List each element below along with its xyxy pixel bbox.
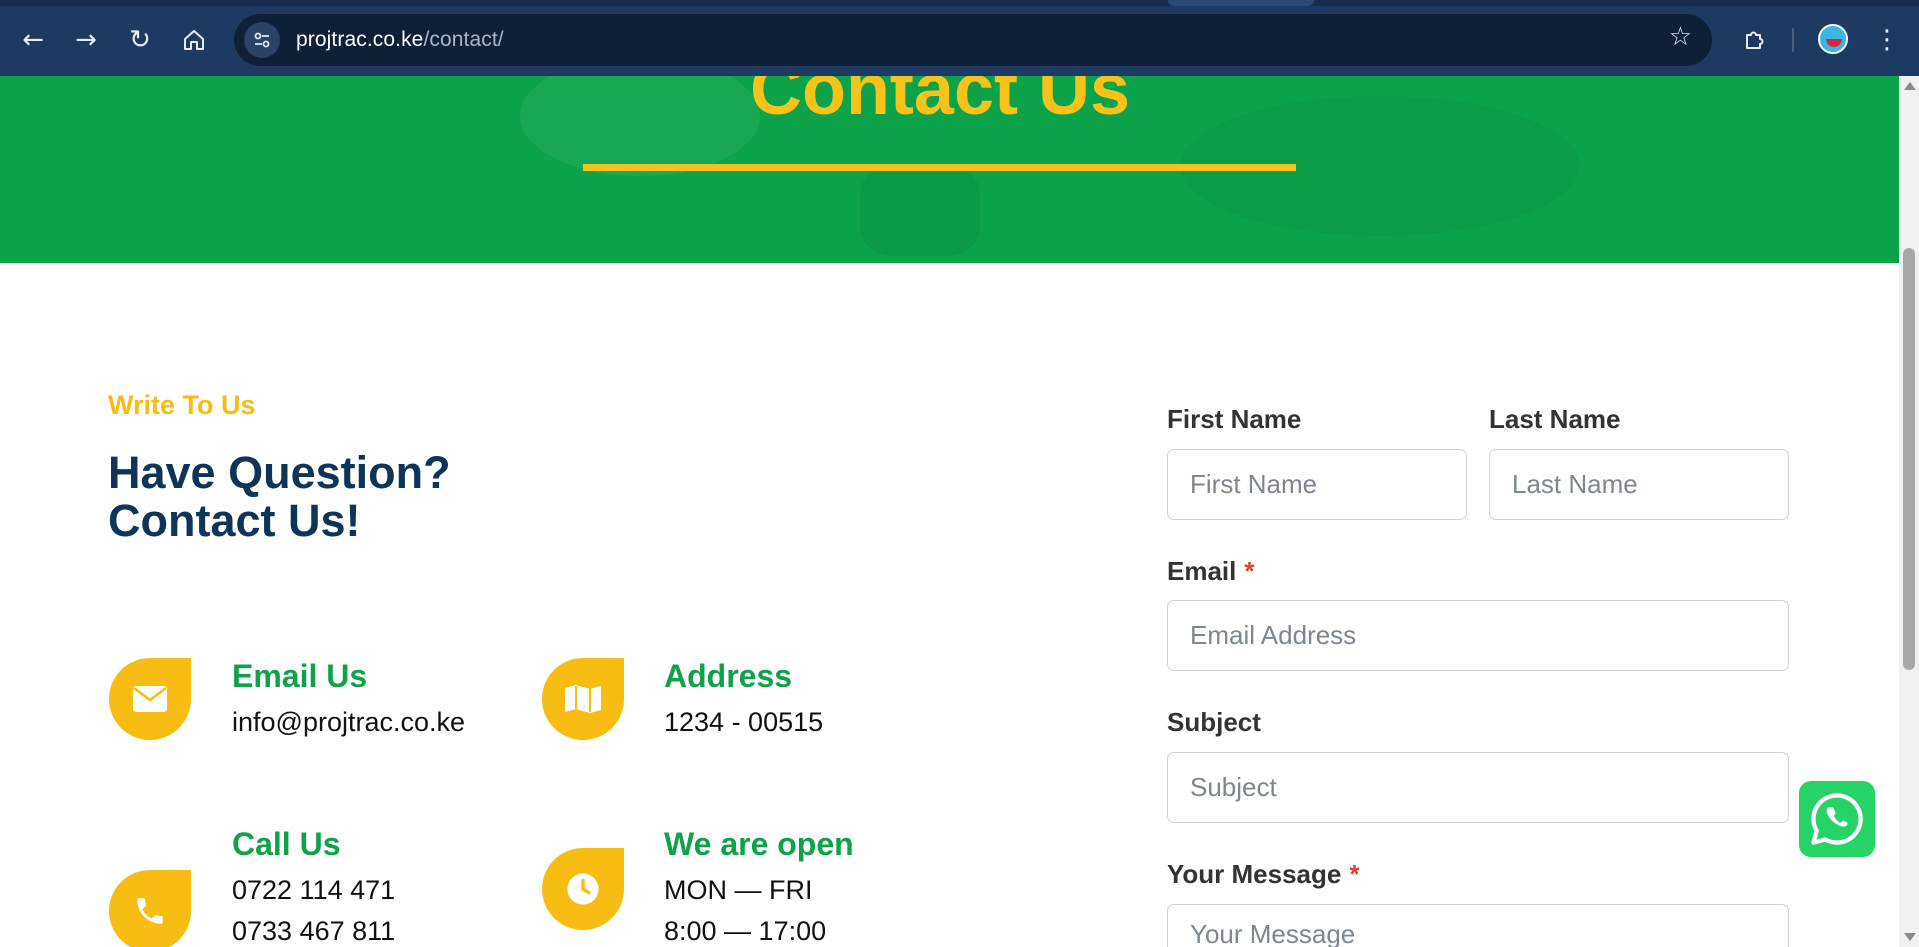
email-input[interactable] — [1167, 600, 1789, 671]
email-us-title: Email Us — [232, 658, 368, 694]
scroll-up-arrow[interactable] — [1904, 82, 1916, 90]
page-title: Contact Us — [749, 76, 1131, 130]
last-name-label: Last Name — [1489, 404, 1621, 434]
phone-number-1[interactable]: 0722 114 471 — [232, 875, 395, 906]
toolbar-divider — [1792, 28, 1794, 52]
tab-strip — [0, 0, 1919, 6]
hero-banner: Contact Us — [0, 76, 1899, 263]
required-asterisk: * — [1349, 859, 1360, 889]
puzzle-icon[interactable] — [1734, 20, 1774, 60]
home-icon[interactable] — [174, 20, 214, 60]
site-info-icon[interactable] — [244, 22, 280, 58]
whatsapp-button[interactable] — [1799, 781, 1875, 857]
first-name-label: First Name — [1167, 404, 1302, 434]
phone-number-2[interactable]: 0733 467 811 — [232, 916, 395, 947]
heading-line-2: Contact Us! — [108, 494, 361, 546]
address-value: 1234 - 00515 — [664, 707, 824, 737]
hours-title: We are open — [664, 826, 854, 862]
kebab-menu-icon[interactable]: ⋮ — [1872, 20, 1902, 60]
whatsapp-icon — [1811, 793, 1863, 845]
title-underline — [583, 164, 1296, 171]
phone-icon — [109, 870, 191, 947]
map-icon — [542, 658, 624, 740]
required-asterisk: * — [1244, 556, 1255, 586]
address-title: Address — [664, 658, 793, 694]
star-icon[interactable]: ☆ — [1669, 22, 1692, 52]
first-name-input[interactable] — [1167, 449, 1467, 520]
message-label-text: Your Message — [1167, 859, 1342, 889]
email-us-value[interactable]: info@projtrac.co.ke — [232, 707, 465, 738]
url-text[interactable]: projtrac.co.ke/contact/ — [296, 28, 504, 52]
avatar[interactable] — [1818, 24, 1848, 54]
email-label: Email * — [1167, 556, 1255, 587]
address-bar[interactable]: projtrac.co.ke/contact/ ☆ — [234, 14, 1712, 66]
page-scrollbar[interactable] — [1899, 76, 1919, 947]
scroll-thumb[interactable] — [1903, 248, 1915, 670]
envelope-icon — [109, 658, 191, 740]
section-eyebrow: Write To Us — [108, 390, 256, 420]
section-heading: Have Question? Contact Us! — [108, 449, 451, 544]
back-arrow-icon[interactable]: ← — [13, 20, 53, 60]
hours-days: MON — FRI — [664, 875, 813, 905]
last-name-input[interactable] — [1489, 449, 1789, 520]
clock-icon — [542, 848, 624, 930]
scroll-down-arrow[interactable] — [1904, 933, 1916, 941]
active-tab-indicator[interactable] — [1168, 0, 1314, 6]
message-textarea[interactable] — [1167, 904, 1789, 947]
call-us-title: Call Us — [232, 826, 341, 862]
heading-line-1: Have Question? — [108, 447, 451, 498]
email-label-text: Email — [1167, 556, 1237, 586]
page-viewport: Contact Us Write To Us Have Question? Co… — [0, 76, 1899, 947]
reload-icon[interactable]: ↻ — [120, 20, 160, 60]
url-path: /contact/ — [423, 28, 504, 51]
forward-arrow-icon[interactable]: → — [66, 20, 106, 60]
message-label: Your Message * — [1167, 859, 1359, 890]
subject-label: Subject — [1167, 707, 1261, 737]
hours-times: 8:00 — 17:00 — [664, 916, 827, 946]
url-domain: projtrac.co.ke — [296, 28, 424, 51]
browser-toolbar: ← → ↻ projtrac.co.ke/contact/ ☆ ⋮ — [0, 0, 1919, 76]
subject-input[interactable] — [1167, 752, 1789, 823]
